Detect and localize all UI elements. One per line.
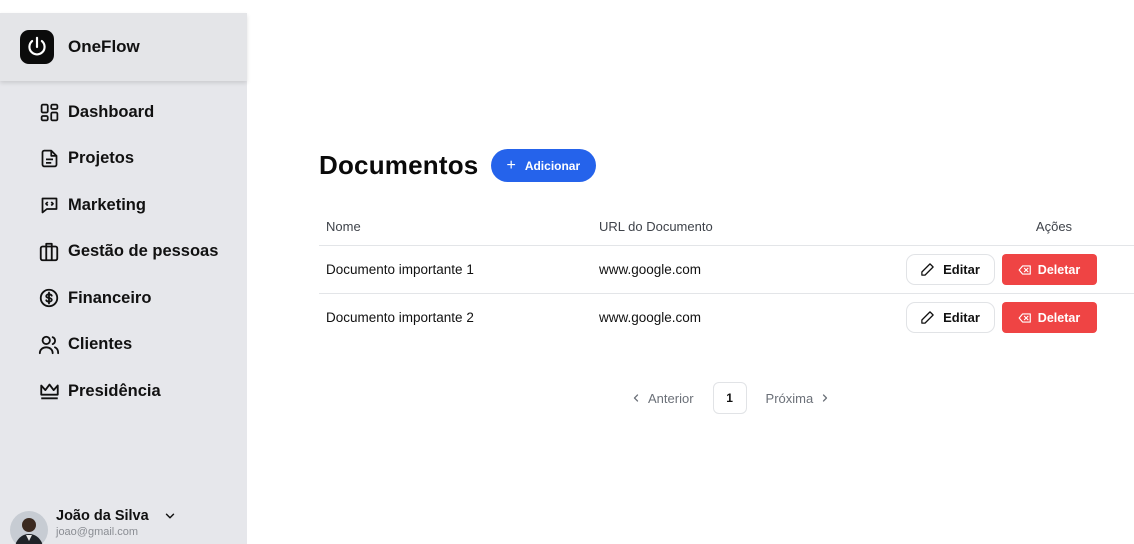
sidebar-item-label: Gestão de pessoas [68, 242, 219, 261]
building-icon [37, 240, 61, 264]
pencil-icon [921, 263, 934, 276]
plus-icon: + [506, 156, 516, 174]
sidebar-item-label: Financeiro [68, 288, 152, 307]
previous-page-button[interactable]: Anterior [630, 391, 694, 406]
documents-table: Nome URL do Documento Ações Documento im… [319, 208, 1134, 341]
chevron-right-icon [823, 394, 828, 402]
column-header-url: URL do Documento [599, 219, 713, 234]
sidebar-item-label: Presidência [68, 381, 161, 400]
row-actions: Editar Deletar [884, 302, 1114, 333]
sidebar-item-label: Dashboard [68, 102, 155, 121]
actions-group: Editar Deletar [905, 302, 1097, 333]
previous-page-label: Anterior [648, 390, 694, 406]
edit-button-label: Editar [943, 262, 980, 277]
sidebar-nav: Dashboard Projetos Marketing Gestão de p… [0, 89, 247, 415]
document-icon [37, 147, 61, 171]
page-number-button[interactable]: 1 [712, 382, 747, 414]
sidebar-item-label: Clientes [68, 335, 133, 354]
table-header: Nome URL do Documento Ações [319, 208, 1134, 246]
delete-button-label: Deletar [1037, 262, 1081, 277]
chevron-left-icon [633, 394, 639, 402]
user-info: João da Silva joao@gmail.com [56, 508, 177, 538]
users-icon [37, 333, 61, 357]
sidebar-item-dashboard[interactable]: Dashboard [0, 89, 247, 136]
column-header-name: Nome [326, 219, 361, 234]
sidebar: OneFlow Dashboard Projetos Marketing Ges… [0, 13, 247, 544]
pencil-icon [921, 311, 934, 324]
dollar-circle-icon [37, 286, 61, 310]
page-header: Documentos + Adicionar [319, 149, 597, 182]
brand-name: OneFlow [68, 37, 140, 56]
pagination: Anterior 1 Próxima [630, 382, 831, 414]
table-row: Documento importante 2 www.google.com Ed… [319, 294, 1134, 341]
add-button-label: Adicionar [524, 158, 581, 173]
next-page-button[interactable]: Próxima [766, 391, 832, 406]
brand[interactable]: OneFlow [0, 13, 247, 81]
sidebar-item-marketing[interactable]: Marketing [0, 182, 247, 229]
chevron-down-icon[interactable] [163, 509, 177, 523]
row-actions: Editar Deletar [884, 254, 1114, 285]
avatar [10, 511, 48, 544]
sidebar-item-gestao-de-pessoas[interactable]: Gestão de pessoas [0, 229, 247, 276]
edit-button[interactable]: Editar [905, 302, 995, 333]
sidebar-item-presidencia[interactable]: Presidência [0, 368, 247, 415]
backspace-icon [1018, 312, 1031, 323]
message-icon [37, 193, 61, 217]
document-url: www.google.com [599, 310, 702, 325]
edit-button-label: Editar [943, 310, 980, 325]
user-name-row: João da Silva [56, 508, 177, 524]
page-title: Documentos [319, 150, 479, 180]
sidebar-item-projetos[interactable]: Projetos [0, 136, 247, 183]
user-email: joao@gmail.com [56, 526, 139, 538]
table-row: Documento importante 1 www.google.com Ed… [319, 246, 1134, 294]
dashboard-grid-icon [37, 100, 61, 124]
document-name: Documento importante 2 [326, 310, 474, 325]
backspace-icon [1018, 264, 1031, 275]
add-button[interactable]: + Adicionar [491, 149, 597, 182]
edit-button[interactable]: Editar [905, 254, 995, 285]
column-header-actions: Ações [1035, 219, 1073, 234]
crown-icon [37, 379, 61, 403]
sidebar-item-label: Marketing [68, 195, 146, 214]
document-url: www.google.com [599, 262, 702, 277]
user-profile[interactable]: João da Silva joao@gmail.com [10, 508, 177, 544]
actions-group: Editar Deletar [905, 254, 1097, 285]
delete-button[interactable]: Deletar [1001, 254, 1097, 285]
user-name: João da Silva [56, 508, 149, 524]
next-page-label: Próxima [765, 390, 814, 406]
delete-button-label: Deletar [1037, 310, 1081, 325]
power-icon [20, 30, 54, 64]
delete-button[interactable]: Deletar [1001, 302, 1097, 333]
sidebar-item-clientes[interactable]: Clientes [0, 322, 247, 369]
document-name: Documento importante 1 [326, 262, 474, 277]
sidebar-item-financeiro[interactable]: Financeiro [0, 275, 247, 322]
sidebar-item-label: Projetos [68, 149, 135, 168]
